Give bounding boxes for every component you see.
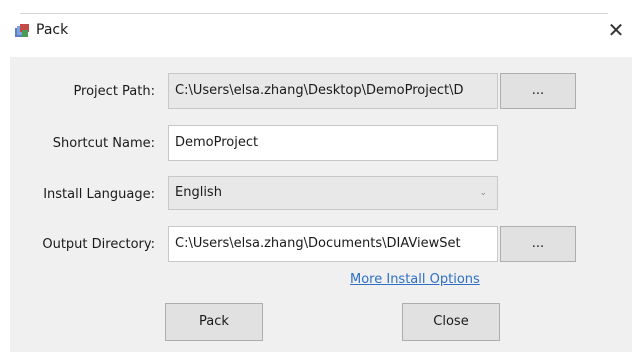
project-path-browse-button[interactable]: ... [500,73,576,109]
project-path-label: Project Path: [73,84,155,99]
dialog-client-area: Project Path: C:\Users\elsa.zhang\Deskto… [10,57,632,352]
close-icon[interactable]: ✕ [604,18,628,42]
output-directory-label: Output Directory: [42,237,155,252]
title-bar[interactable]: Pack ✕ [0,14,640,52]
shortcut-name-field[interactable]: DemoProject [168,125,498,161]
output-directory-field[interactable]: C:\Users\elsa.zhang\Documents\DIAViewSet [168,226,498,262]
pack-button[interactable]: Pack [165,303,263,341]
pack-app-icon [15,24,29,37]
close-button[interactable]: Close [402,303,500,341]
chevron-down-icon: ⌄ [479,188,487,198]
shortcut-name-label: Shortcut Name: [52,136,155,151]
install-language-selected: English [175,185,222,200]
window-top-border [0,0,640,8]
install-language-select[interactable]: English ⌄ [168,176,498,210]
pack-dialog-window: Pack ✕ Project Path: C:\Users\elsa.zhang… [0,0,640,352]
install-language-label: Install Language: [43,187,155,202]
output-directory-browse-button[interactable]: ... [500,226,576,262]
window-title: Pack [36,22,69,38]
project-path-field[interactable]: C:\Users\elsa.zhang\Desktop\DemoProject\… [168,73,498,109]
more-install-options-link[interactable]: More Install Options [350,272,480,287]
